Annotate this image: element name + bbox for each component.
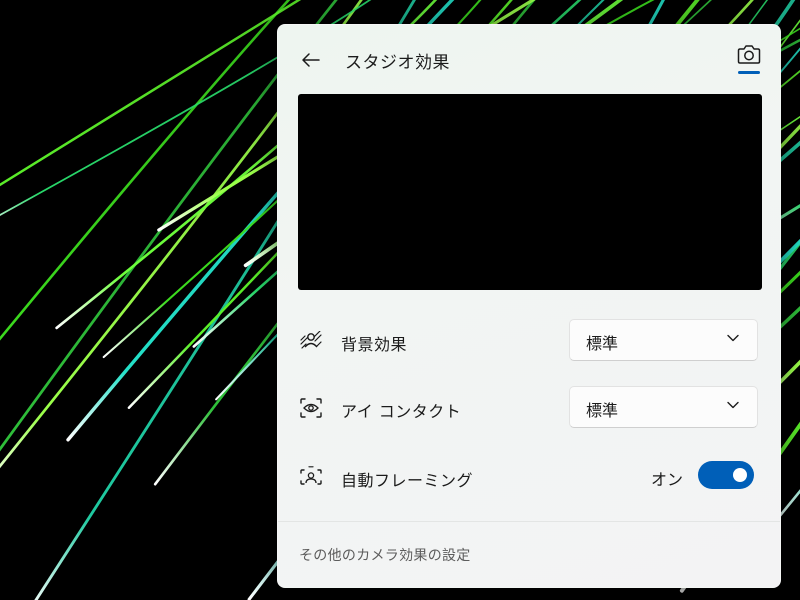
panel-header: スタジオ効果 (278, 25, 780, 91)
auto-framing-icon (299, 466, 323, 488)
background-effects-label: 背景効果 (341, 335, 408, 354)
footer-divider (278, 521, 780, 522)
eye-contact-dropdown[interactable]: 標準 (569, 386, 758, 428)
eye-contact-label: アイ コンタクト (341, 402, 462, 421)
background-effects-row: 背景効果 標準 (278, 319, 780, 363)
background-effects-icon (299, 330, 323, 352)
background-effects-value: 標準 (586, 334, 619, 353)
eye-contact-icon (299, 397, 323, 419)
auto-framing-row: 自動フレーミング オン (278, 455, 780, 499)
chevron-down-icon (727, 334, 739, 342)
eye-contact-row: アイ コンタクト 標準 (278, 386, 780, 430)
toggle-knob (733, 468, 747, 482)
eye-contact-value: 標準 (586, 401, 619, 420)
auto-framing-state: オン (651, 470, 684, 489)
camera-preview (298, 94, 762, 290)
more-camera-settings-link[interactable]: その他のカメラ効果の設定 (299, 545, 471, 565)
back-button[interactable] (296, 45, 326, 75)
auto-framing-toggle[interactable] (698, 461, 754, 489)
chevron-down-icon (727, 401, 739, 409)
studio-effects-panel: スタジオ効果 背景効果 標準 アイ コンタクト 標準 自動フレーミング オン そ… (277, 24, 781, 588)
camera-icon (737, 45, 761, 64)
camera-settings-button[interactable] (731, 43, 767, 83)
background-effects-dropdown[interactable]: 標準 (569, 319, 758, 361)
active-indicator (738, 71, 760, 74)
panel-title: スタジオ効果 (345, 53, 450, 73)
auto-framing-label: 自動フレーミング (341, 471, 474, 490)
arrow-left-icon (302, 53, 320, 67)
